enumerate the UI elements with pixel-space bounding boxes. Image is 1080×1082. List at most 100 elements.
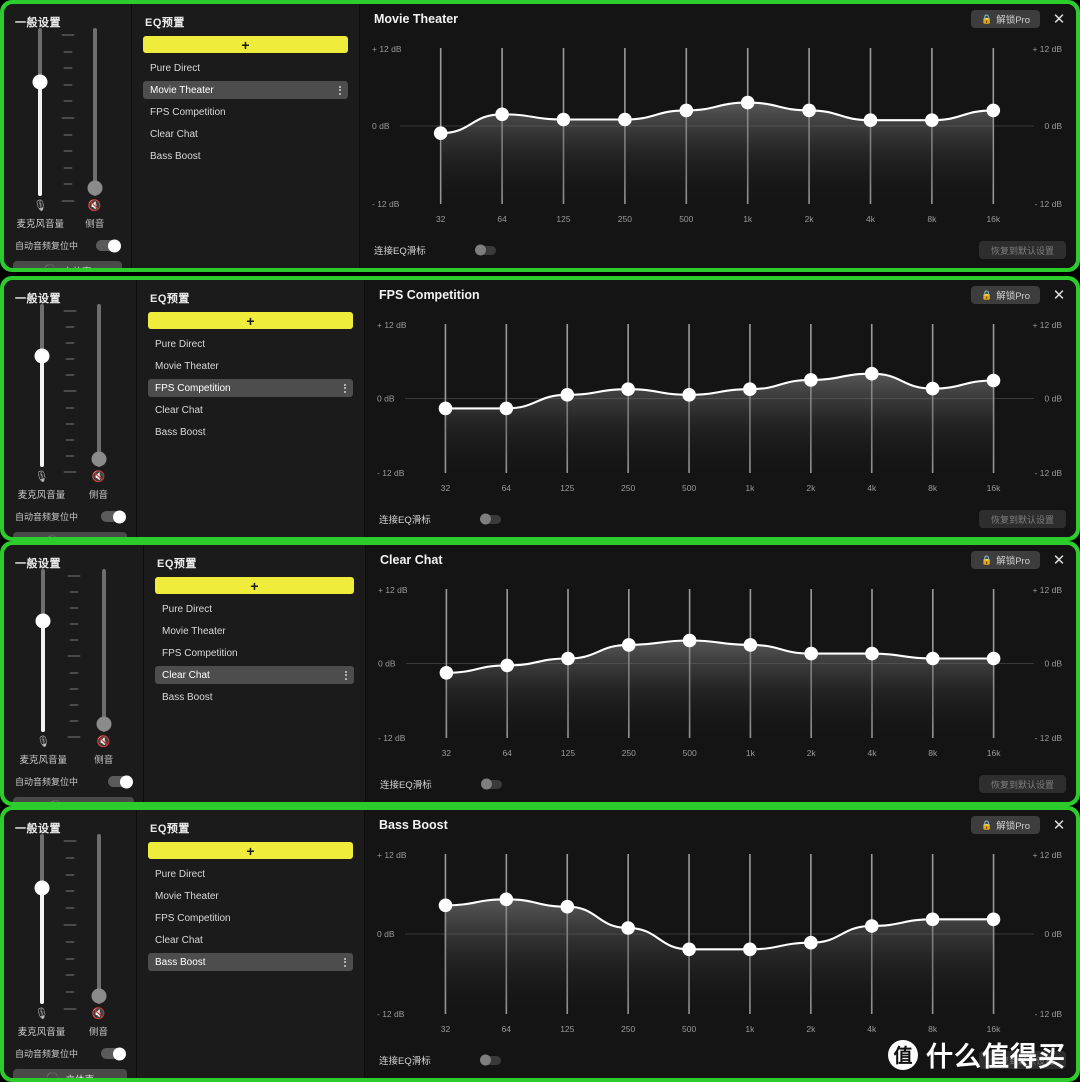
slider-mic[interactable]: 🎙 麦克风音量 [17, 28, 64, 230]
reset-defaults-button[interactable]: 恢复到默认设置 [978, 510, 1066, 528]
slider-track-mic[interactable] [35, 569, 51, 732]
unlock-pro-button[interactable]: 🔒 解锁Pro [970, 816, 1040, 834]
slider-sidetone[interactable]: 🔇 侧音 [84, 569, 124, 766]
slider-track-sidetone[interactable] [87, 28, 103, 196]
reset-defaults-button[interactable]: 恢复到默认设置 [978, 1051, 1066, 1069]
reset-defaults-button[interactable]: 恢复到默认设置 [978, 241, 1066, 259]
preset-item-pure-direct[interactable]: Pure Direct [155, 600, 354, 618]
slider-knob-sidetone[interactable] [91, 451, 106, 467]
link-sliders-toggle[interactable] [480, 778, 502, 790]
slider-sidetone[interactable]: 🔇 侧音 [79, 304, 119, 501]
preset-item-movie-theater[interactable]: Movie Theater [148, 357, 353, 375]
eq-band-knob[interactable] [863, 113, 878, 127]
eq-graph[interactable]: + 12 dB 0 dB - 12 dB + 12 dB 0 dB - 12 dB 32 64… [369, 310, 1070, 501]
eq-band-knob[interactable] [865, 919, 879, 933]
preset-item-clear-chat[interactable]: Clear Chat [143, 125, 348, 143]
eq-graph[interactable]: + 12 dB 0 dB - 12 dB + 12 dB 0 dB - 12 dB 32 64… [370, 575, 1070, 766]
preset-item-clear-chat[interactable]: Clear Chat [148, 401, 353, 419]
close-icon[interactable]: ✕ [1052, 818, 1066, 833]
eq-band-knob[interactable] [556, 112, 571, 127]
add-preset-button[interactable]: + [143, 36, 348, 53]
preset-item-pure-direct[interactable]: Pure Direct [148, 865, 353, 883]
eq-band-knob[interactable] [433, 126, 448, 140]
preset-item-bass-boost[interactable]: Bass Boost [143, 147, 348, 165]
slider-mic[interactable]: 🎙 麦克风音量 [18, 304, 65, 501]
slider-track-sidetone[interactable] [91, 304, 106, 467]
reset-defaults-button[interactable]: 恢复到默认设置 [978, 775, 1066, 793]
slider-track-sidetone[interactable] [96, 569, 112, 732]
stereo-mode-button[interactable]: 🎧 立体声 [13, 1069, 127, 1078]
eq-band-knob[interactable] [802, 103, 816, 118]
eq-graph[interactable]: + 12 dB 0 dB - 12 dB + 12 dB 0 dB - 12 dB 32 64… [369, 840, 1070, 1042]
preset-item-movie-theater[interactable]: Movie Theater [155, 622, 354, 640]
preset-item-bass-boost[interactable]: Bass Boost [148, 953, 353, 971]
preset-item-movie-theater[interactable]: Movie Theater [148, 887, 353, 905]
eq-band-knob[interactable] [622, 638, 636, 652]
eq-band-knob[interactable] [743, 638, 758, 652]
preset-item-clear-chat[interactable]: Clear Chat [155, 666, 354, 684]
eq-band-knob[interactable] [682, 388, 696, 402]
close-icon[interactable]: ✕ [1052, 12, 1066, 27]
preset-item-movie-theater[interactable]: Movie Theater [143, 81, 348, 99]
eq-band-knob[interactable] [986, 373, 1001, 388]
slider-mic[interactable]: 🎙 麦克风音量 [20, 569, 67, 766]
auto-reset-toggle[interactable] [108, 775, 133, 788]
eq-band-knob[interactable] [621, 382, 635, 396]
eq-band-knob[interactable] [925, 113, 939, 127]
preset-item-pure-direct[interactable]: Pure Direct [143, 59, 348, 77]
slider-knob-mic[interactable] [35, 613, 51, 629]
eq-band-knob[interactable] [682, 633, 697, 648]
preset-options-icon[interactable] [339, 85, 341, 95]
eq-band-knob[interactable] [495, 107, 509, 122]
auto-reset-toggle[interactable] [101, 1047, 126, 1060]
preset-item-clear-chat[interactable]: Clear Chat [148, 931, 353, 949]
eq-band-knob[interactable] [986, 103, 1001, 118]
add-preset-button[interactable]: + [155, 577, 354, 594]
eq-band-knob[interactable] [986, 651, 1001, 666]
preset-item-fps-competition[interactable]: FPS Competition [143, 103, 348, 121]
eq-band-knob[interactable] [500, 658, 514, 673]
preset-item-fps-competition[interactable]: FPS Competition [148, 379, 353, 397]
link-sliders-toggle[interactable] [479, 1054, 501, 1066]
eq-band-knob[interactable] [804, 373, 818, 387]
eq-band-knob[interactable] [561, 651, 575, 666]
preset-item-pure-direct[interactable]: Pure Direct [148, 335, 353, 353]
unlock-pro-button[interactable]: 🔒 解锁Pro [970, 551, 1040, 569]
eq-band-knob[interactable] [438, 401, 453, 416]
slider-track-mic[interactable] [34, 834, 49, 1004]
slider-knob-mic[interactable] [34, 348, 49, 364]
eq-band-knob[interactable] [560, 899, 575, 914]
eq-band-knob[interactable] [925, 381, 940, 396]
slider-mic[interactable]: 🎙 麦克风音量 [18, 834, 65, 1038]
eq-band-knob[interactable] [804, 935, 818, 950]
eq-band-knob[interactable] [986, 912, 1001, 927]
slider-knob-mic[interactable] [34, 880, 49, 896]
eq-band-knob[interactable] [618, 112, 632, 127]
eq-graph[interactable]: + 12 dB 0 dB - 12 dB + 12 dB 0 dB - 12 dB 32 64… [364, 34, 1070, 232]
eq-band-knob[interactable] [740, 95, 755, 110]
eq-band-knob[interactable] [499, 401, 514, 416]
auto-reset-toggle[interactable] [96, 239, 121, 252]
eq-band-knob[interactable] [925, 912, 940, 927]
eq-band-knob[interactable] [865, 646, 879, 661]
eq-band-knob[interactable] [679, 103, 694, 118]
link-sliders-toggle[interactable] [474, 244, 496, 256]
slider-track-mic[interactable] [32, 28, 48, 196]
unlock-pro-button[interactable]: 🔒 解锁Pro [970, 10, 1040, 28]
slider-sidetone[interactable]: 🔇 侧音 [75, 28, 115, 230]
link-sliders-toggle[interactable] [479, 513, 501, 525]
slider-knob-mic[interactable] [32, 74, 48, 90]
preset-item-bass-boost[interactable]: Bass Boost [148, 423, 353, 441]
slider-knob-sidetone[interactable] [87, 180, 103, 196]
preset-item-bass-boost[interactable]: Bass Boost [155, 688, 354, 706]
eq-band-knob[interactable] [438, 898, 453, 913]
eq-band-knob[interactable] [743, 382, 757, 396]
slider-track-sidetone[interactable] [91, 834, 106, 1004]
preset-options-icon[interactable] [344, 383, 346, 393]
eq-band-knob[interactable] [865, 366, 879, 381]
slider-track-mic[interactable] [34, 304, 49, 467]
preset-options-icon[interactable] [344, 957, 346, 967]
eq-band-knob[interactable] [439, 666, 454, 680]
eq-band-knob[interactable] [926, 651, 940, 666]
eq-band-knob[interactable] [804, 646, 818, 661]
